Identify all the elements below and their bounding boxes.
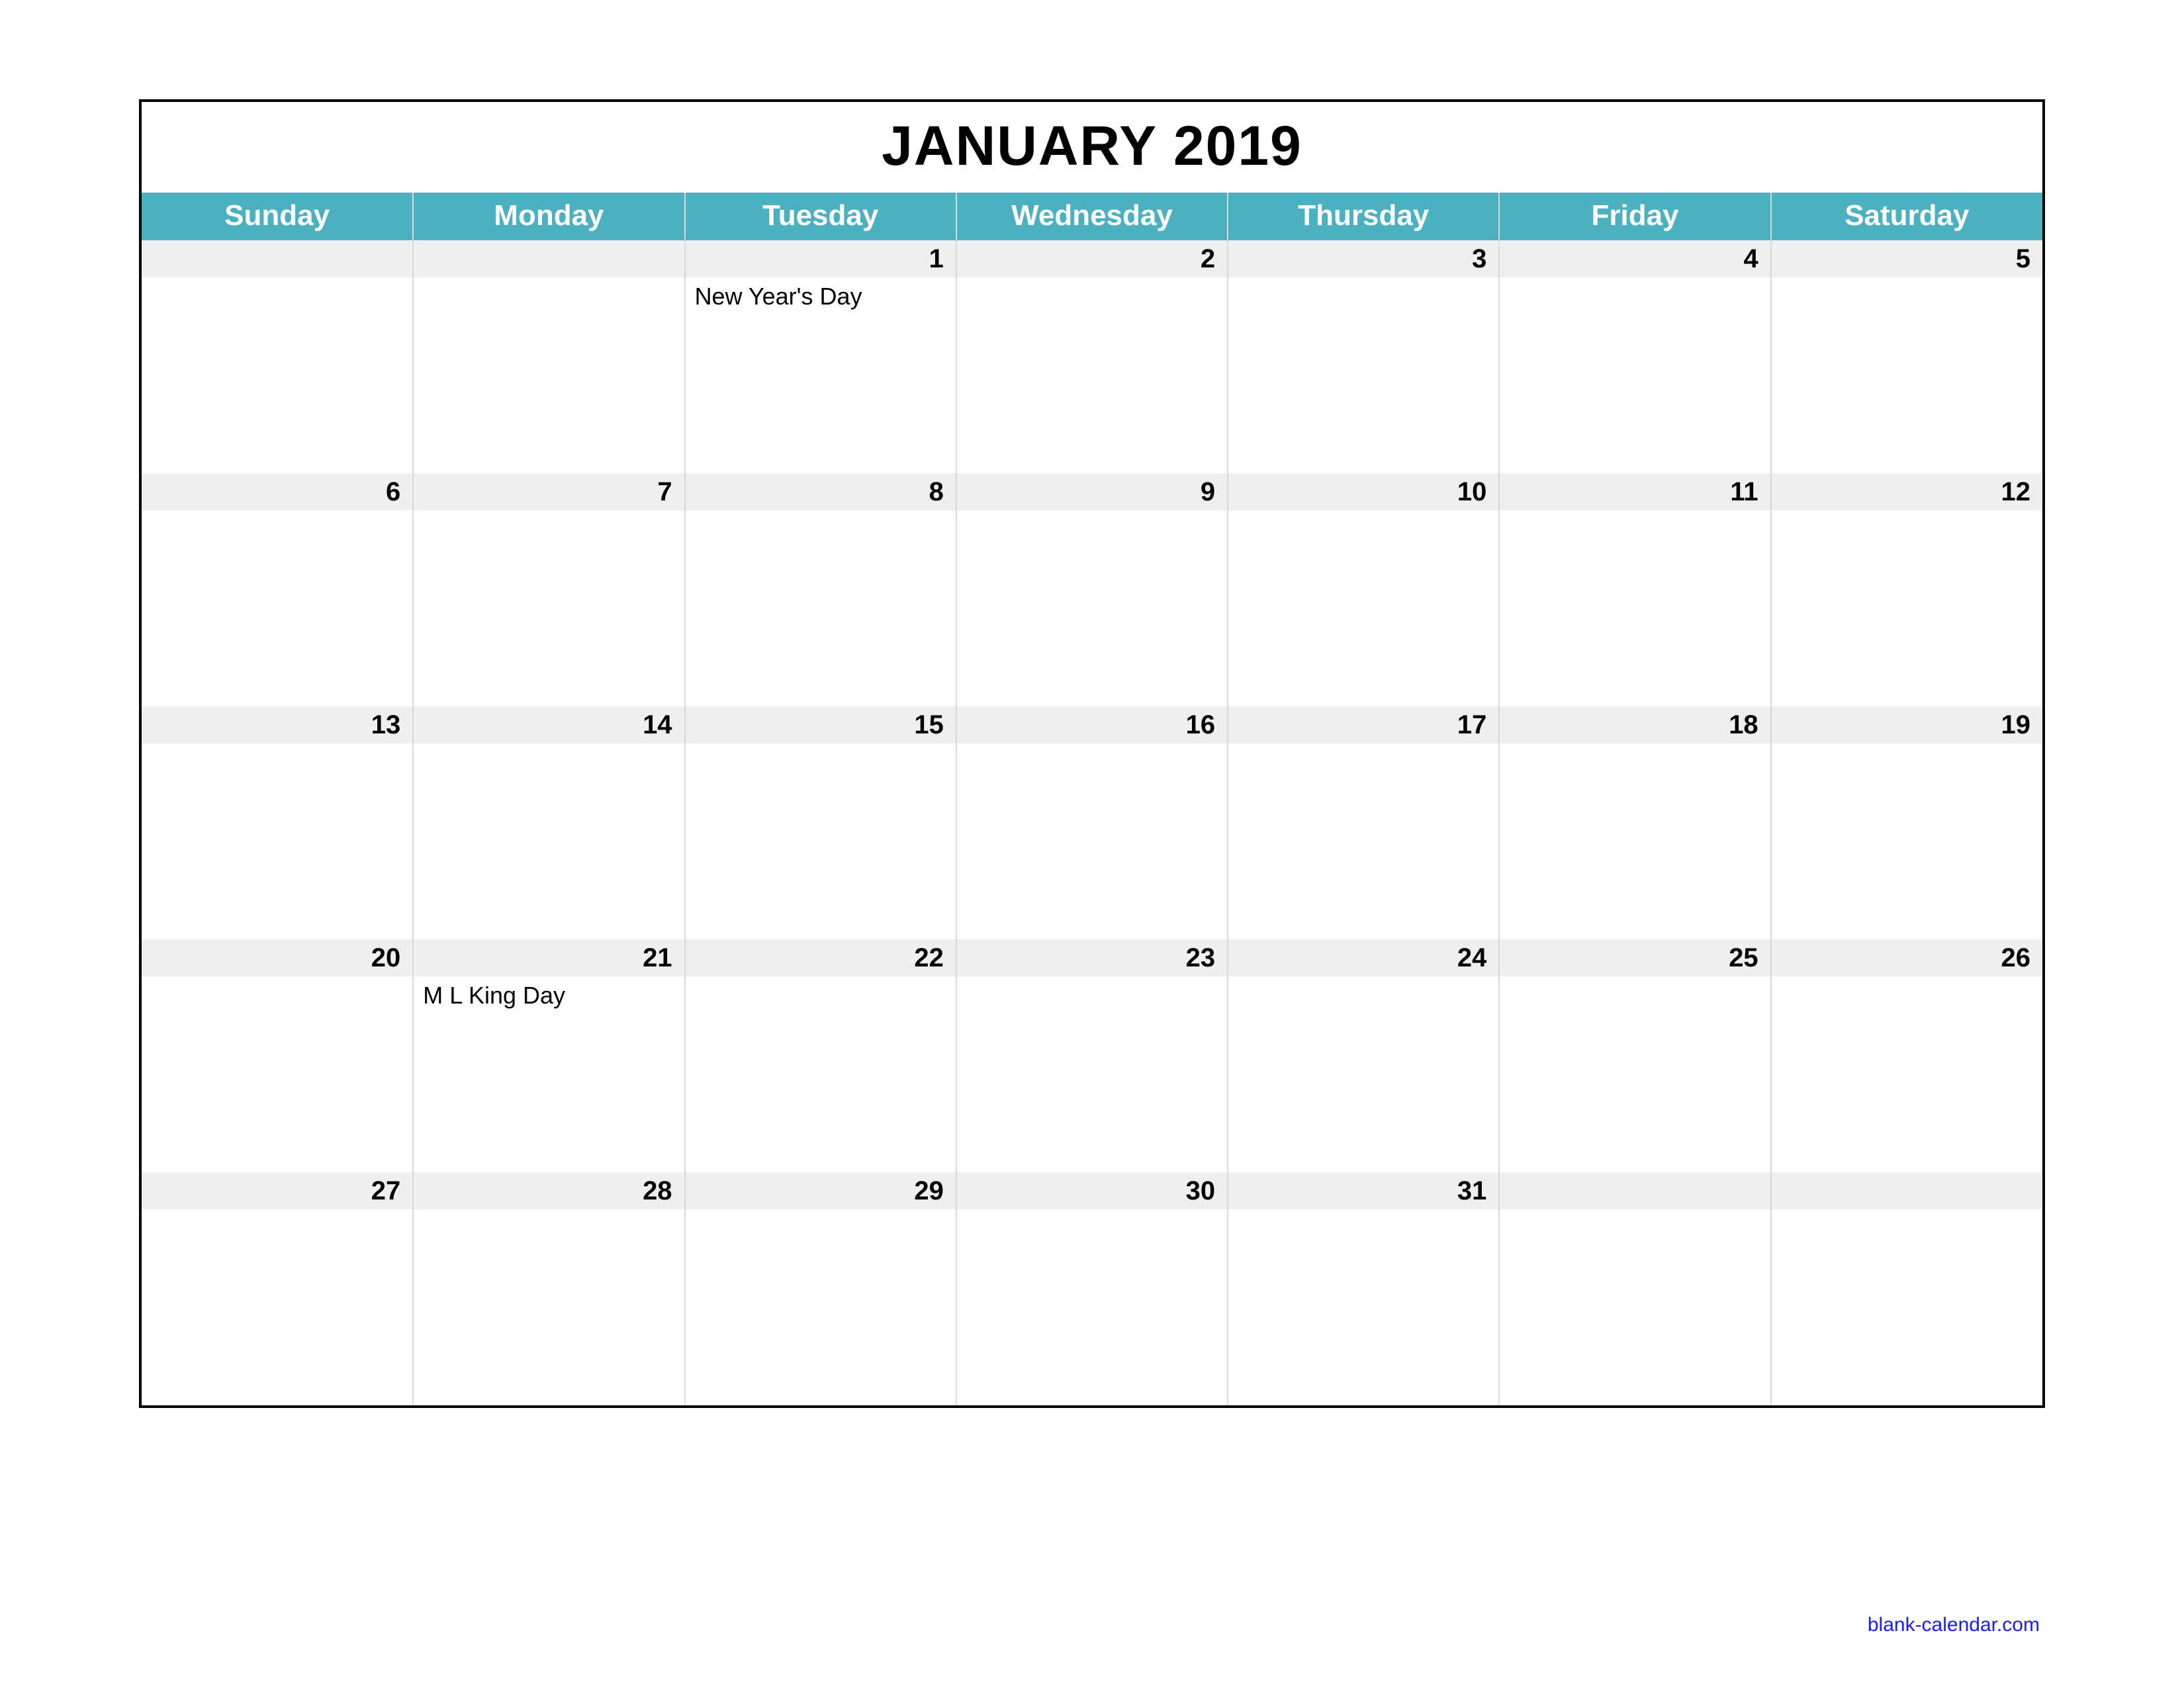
date-cell bbox=[142, 976, 413, 1172]
calendar-grid: Sunday Monday Tuesday Wednesday Thursday… bbox=[142, 193, 2042, 1405]
date-cell bbox=[685, 743, 956, 939]
day-of-week-header: Sunday Monday Tuesday Wednesday Thursday… bbox=[142, 193, 2042, 240]
date-number: 30 bbox=[956, 1172, 1228, 1209]
date-number: 27 bbox=[142, 1172, 413, 1209]
date-number: 1 bbox=[685, 240, 956, 277]
date-number: 29 bbox=[685, 1172, 956, 1209]
date-number: 19 bbox=[1771, 706, 2042, 743]
date-cell bbox=[142, 277, 413, 473]
date-number bbox=[413, 240, 684, 277]
date-cell bbox=[1228, 976, 1499, 1172]
date-cell bbox=[1228, 510, 1499, 706]
week-4-numbers: 20 21 22 23 24 25 26 bbox=[142, 939, 2042, 976]
date-number: 21 bbox=[413, 939, 684, 976]
week-3-numbers: 13 14 15 16 17 18 19 bbox=[142, 706, 2042, 743]
date-cell bbox=[1771, 976, 2042, 1172]
date-number: 22 bbox=[685, 939, 956, 976]
dow-saturday: Saturday bbox=[1771, 193, 2042, 240]
date-cell bbox=[413, 743, 684, 939]
date-number: 17 bbox=[1228, 706, 1499, 743]
week-2-numbers: 6 7 8 9 10 11 12 bbox=[142, 473, 2042, 510]
date-number: 15 bbox=[685, 706, 956, 743]
date-number: 16 bbox=[956, 706, 1228, 743]
date-cell bbox=[1228, 743, 1499, 939]
dow-thursday: Thursday bbox=[1228, 193, 1499, 240]
date-cell bbox=[142, 1209, 413, 1405]
date-cell bbox=[413, 1209, 684, 1405]
date-number: 7 bbox=[413, 473, 684, 510]
date-number: 9 bbox=[956, 473, 1228, 510]
date-number: 31 bbox=[1228, 1172, 1499, 1209]
week-5-numbers: 27 28 29 30 31 bbox=[142, 1172, 2042, 1209]
dow-friday: Friday bbox=[1499, 193, 1770, 240]
date-cell bbox=[956, 510, 1228, 706]
date-number: 11 bbox=[1499, 473, 1770, 510]
date-number: 18 bbox=[1499, 706, 1770, 743]
date-cell bbox=[1499, 743, 1770, 939]
dow-sunday: Sunday bbox=[142, 193, 413, 240]
date-cell bbox=[142, 510, 413, 706]
date-cell bbox=[685, 510, 956, 706]
date-number: 14 bbox=[413, 706, 684, 743]
date-cell bbox=[1499, 510, 1770, 706]
date-number: 28 bbox=[413, 1172, 684, 1209]
week-1-body: New Year's Day bbox=[142, 277, 2042, 473]
date-cell bbox=[956, 1209, 1228, 1405]
week-5-body bbox=[142, 1209, 2042, 1405]
dow-monday: Monday bbox=[413, 193, 684, 240]
week-3-body bbox=[142, 743, 2042, 939]
date-number: 13 bbox=[142, 706, 413, 743]
date-number: 25 bbox=[1499, 939, 1770, 976]
date-cell bbox=[1499, 976, 1770, 1172]
date-cell bbox=[956, 743, 1228, 939]
date-number: 24 bbox=[1228, 939, 1499, 976]
date-number: 10 bbox=[1228, 473, 1499, 510]
date-number bbox=[142, 240, 413, 277]
date-number bbox=[1771, 1172, 2042, 1209]
date-number: 5 bbox=[1771, 240, 2042, 277]
date-number: 26 bbox=[1771, 939, 2042, 976]
calendar-title: JANUARY 2019 bbox=[142, 102, 2042, 193]
date-cell bbox=[413, 277, 684, 473]
footer-source-link[interactable]: blank-calendar.com bbox=[1868, 1614, 2040, 1636]
date-cell bbox=[142, 743, 413, 939]
date-number: 6 bbox=[142, 473, 413, 510]
date-cell bbox=[1499, 1209, 1770, 1405]
date-cell bbox=[685, 1209, 956, 1405]
dow-wednesday: Wednesday bbox=[956, 193, 1228, 240]
date-cell: New Year's Day bbox=[685, 277, 956, 473]
date-cell bbox=[956, 976, 1228, 1172]
date-cell bbox=[1499, 277, 1770, 473]
date-number: 12 bbox=[1771, 473, 2042, 510]
date-number: 23 bbox=[956, 939, 1228, 976]
date-cell bbox=[956, 277, 1228, 473]
date-number bbox=[1499, 1172, 1770, 1209]
date-cell bbox=[1771, 743, 2042, 939]
date-cell bbox=[1771, 1209, 2042, 1405]
date-cell bbox=[685, 976, 956, 1172]
week-2-body bbox=[142, 510, 2042, 706]
date-cell bbox=[413, 510, 684, 706]
date-number: 4 bbox=[1499, 240, 1770, 277]
date-cell: M L King Day bbox=[413, 976, 684, 1172]
date-number: 3 bbox=[1228, 240, 1499, 277]
week-4-body: M L King Day bbox=[142, 976, 2042, 1172]
date-cell bbox=[1771, 277, 2042, 473]
calendar-container: JANUARY 2019 Sunday Monday Tuesday Wedne… bbox=[139, 99, 2045, 1408]
date-number: 2 bbox=[956, 240, 1228, 277]
date-cell bbox=[1771, 510, 2042, 706]
date-cell bbox=[1228, 277, 1499, 473]
date-number: 8 bbox=[685, 473, 956, 510]
date-cell bbox=[1228, 1209, 1499, 1405]
dow-tuesday: Tuesday bbox=[685, 193, 956, 240]
date-number: 20 bbox=[142, 939, 413, 976]
week-1-numbers: 1 2 3 4 5 bbox=[142, 240, 2042, 277]
